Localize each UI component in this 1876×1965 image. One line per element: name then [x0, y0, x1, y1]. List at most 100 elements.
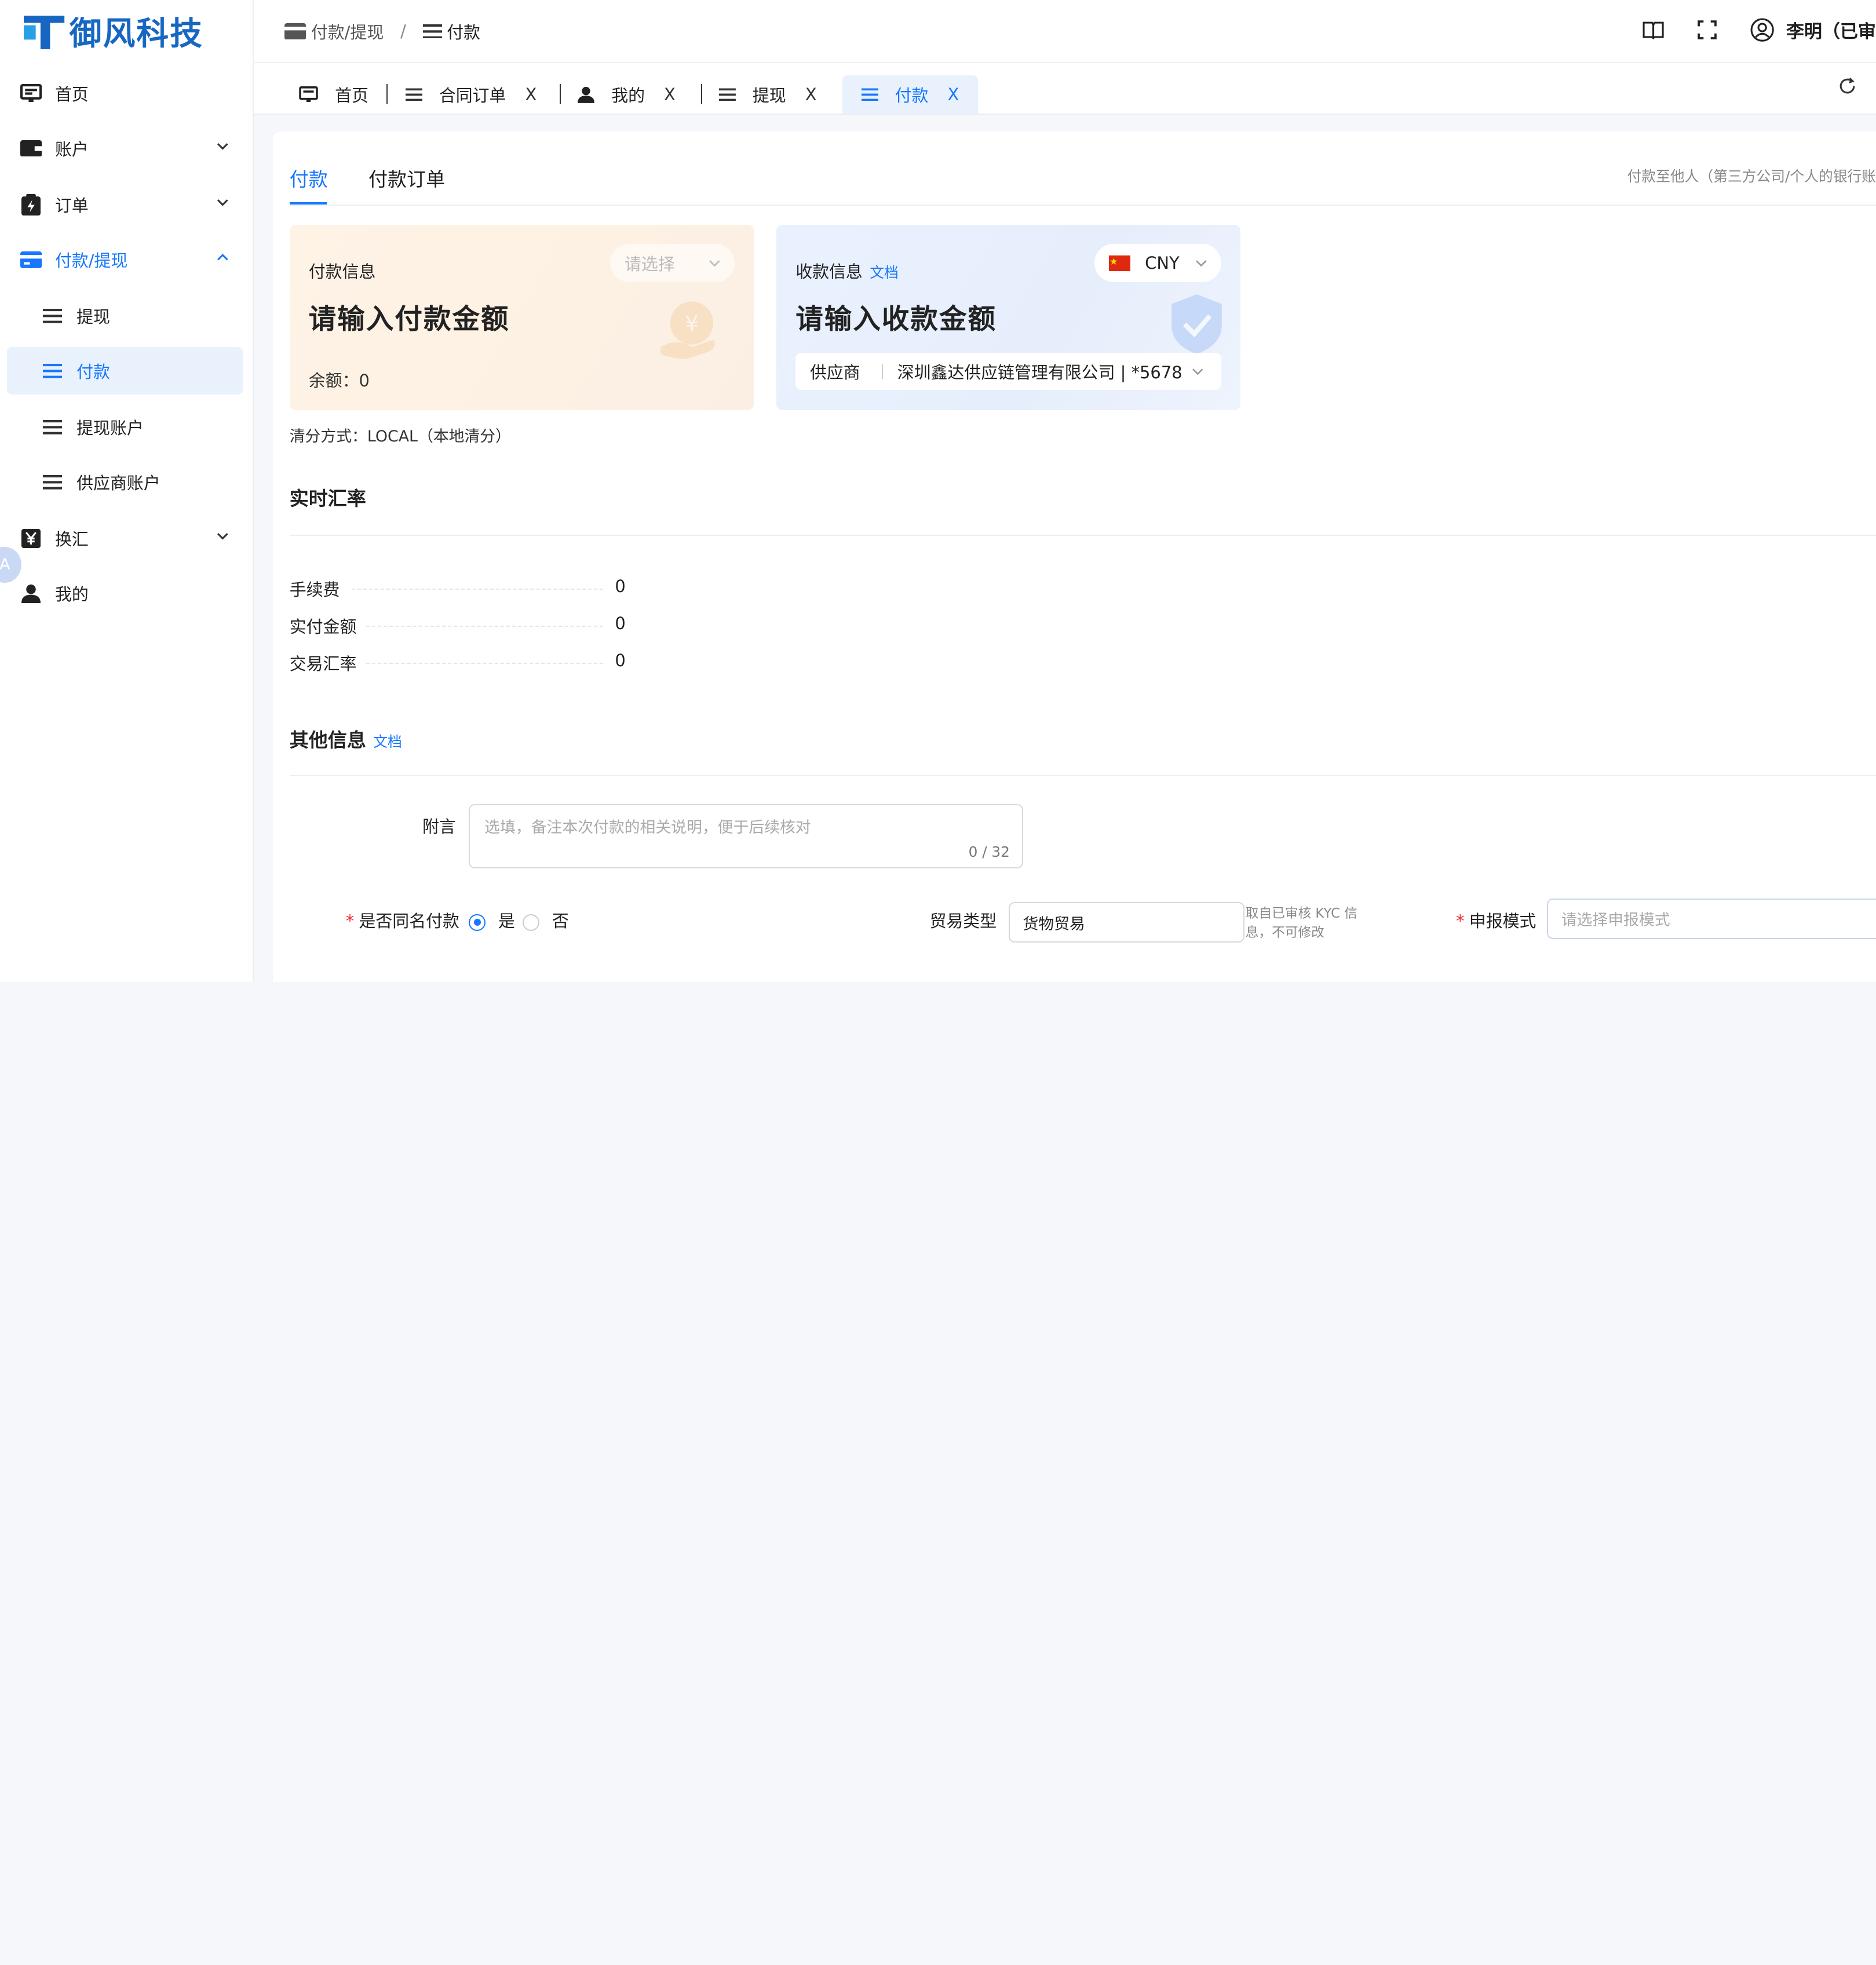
supplier-value: 深圳鑫达供应链管理有限公司 | *5678 — [897, 363, 1182, 383]
radio-checked-icon[interactable] — [469, 914, 486, 931]
breadcrumb: 付款/提现 / 付款 — [284, 19, 480, 43]
tab-payment-form[interactable]: 付款 — [290, 164, 328, 192]
remark-label: 附言 — [422, 817, 456, 837]
divider — [289, 204, 1876, 206]
refresh-icon[interactable] — [1838, 76, 1857, 100]
clipboard-icon — [19, 192, 43, 216]
sidebar-item-withdraw-account[interactable]: 提现账户 — [7, 403, 243, 451]
monitor-icon — [19, 81, 43, 105]
tab-close-icon[interactable]: X — [805, 85, 817, 104]
remark-placeholder: 选填，备注本次付款的相关说明，便于后续核对 — [484, 819, 811, 837]
breadcrumb-current: 付款 — [447, 23, 480, 43]
divider — [289, 535, 1876, 536]
receive-amount-input[interactable]: 请输入收款金额 — [795, 297, 997, 337]
svg-text:¥: ¥ — [685, 312, 699, 337]
menu-icon — [41, 359, 64, 382]
divider — [289, 775, 1876, 777]
remark-char-count: 0 / 32 — [968, 843, 1010, 860]
doc-link[interactable]: 文档 — [870, 264, 899, 281]
tab-withdraw[interactable]: 提现 X — [719, 75, 817, 114]
tab-label: 提现 — [752, 86, 786, 106]
sidebar-item-label: 我的 — [54, 585, 89, 605]
chevron-down-icon — [217, 143, 228, 150]
tab-close-icon[interactable]: X — [947, 85, 959, 104]
sidebar-item-home[interactable]: 首页 — [7, 70, 243, 118]
sidebar-item-payment-withdraw[interactable]: 付款/提现 — [7, 236, 243, 284]
china-flag-icon — [1109, 255, 1131, 271]
declare-mode-placeholder: 请选择申报模式 — [1561, 911, 1670, 930]
tab-close-icon[interactable]: X — [664, 85, 676, 104]
same-name-yes-option[interactable]: 是 — [469, 908, 515, 932]
other-section-title: 其他信息 文档 — [290, 725, 402, 753]
declare-mode-label: * 申报模式 — [1456, 908, 1536, 932]
radio-unchecked-icon[interactable] — [523, 914, 540, 931]
same-name-label: * 是否同名付款 — [346, 908, 459, 932]
actual-amount-value: 0 — [615, 613, 626, 634]
tab-mine[interactable]: 我的 X — [578, 75, 676, 114]
trade-type-field: 货物贸易 — [1008, 902, 1244, 943]
clearing-method: 清分方式：LOCAL（本地清分） — [289, 428, 511, 445]
breadcrumb-item[interactable]: 付款/提现 — [311, 19, 384, 43]
tab-close-icon[interactable]: X — [525, 85, 537, 104]
yen-icon — [19, 527, 43, 550]
other-section-label: 其他信息 — [289, 729, 366, 752]
sidebar-item-order[interactable]: 订单 — [7, 181, 243, 229]
logo-mark-icon — [24, 15, 65, 49]
user-name[interactable]: 李明（已审 — [1786, 17, 1876, 43]
sidebar-item-supplier-account[interactable]: 供应商账户 — [7, 458, 243, 506]
sidebar-item-payment[interactable]: 付款 — [7, 346, 243, 395]
currency-select[interactable]: CNY — [1094, 244, 1222, 283]
card-icon — [19, 247, 43, 271]
sidebar-item-mine[interactable]: 我的 — [7, 569, 243, 618]
sidebar-item-account[interactable]: 账户 — [7, 125, 243, 173]
tab-home[interactable]: 首页 — [299, 75, 368, 114]
dotted-leader — [366, 662, 603, 664]
actual-amount-label: 实付金额 — [289, 617, 357, 637]
sidebar-item-label: 换汇 — [54, 529, 89, 550]
exchange-rate-value: 0 — [615, 651, 626, 671]
same-name-text: 是否同名付款 — [359, 911, 459, 932]
tab-label: 我的 — [611, 86, 645, 106]
rate-section-title: 实时汇率 — [289, 487, 366, 510]
required-mark: * — [345, 911, 355, 932]
remark-textarea[interactable]: 选填，备注本次付款的相关说明，便于后续核对 0 / 32 — [469, 803, 1023, 869]
doc-link[interactable]: 文档 — [373, 733, 402, 750]
supplier-select[interactable]: 供应商 深圳鑫达供应链管理有限公司 | *5678 — [795, 353, 1222, 390]
sidebar-item-label: 首页 — [54, 85, 89, 105]
trade-type-note: 取自已审核 KYC 信息，不可修改 — [1245, 906, 1357, 941]
tab-divider — [386, 83, 388, 104]
sidebar-item-withdraw[interactable]: 提现 — [7, 292, 243, 340]
user-circle-icon[interactable] — [1750, 18, 1774, 42]
book-icon[interactable] — [1643, 20, 1664, 39]
menu-icon — [41, 415, 64, 439]
supplier-label: 供应商 — [809, 363, 860, 383]
tab-divider — [560, 83, 561, 104]
receive-info-label: 收款信息 — [795, 262, 863, 282]
payment-amount-input[interactable]: 请输入付款金额 — [309, 297, 510, 337]
trade-type-value: 货物贸易 — [1023, 915, 1085, 933]
trade-type-label: 贸易类型 — [929, 911, 997, 932]
sidebar-item-label: 提现账户 — [76, 418, 144, 439]
sidebar-item-label: 付款/提现 — [54, 251, 128, 271]
menu-icon — [41, 470, 64, 494]
required-mark: * — [1456, 911, 1465, 932]
payment-info-card: ¥ 付款信息 请选择 请输入付款金额 余额：0 — [289, 225, 754, 411]
chevron-down-icon — [217, 199, 228, 206]
menu-icon — [41, 304, 64, 328]
dotted-leader — [352, 588, 603, 590]
fullscreen-icon[interactable] — [1698, 20, 1717, 39]
payment-account-select[interactable]: 请选择 — [610, 244, 735, 283]
top-bar: 付款/提现 / 付款 李明（已审 — [253, 0, 1876, 64]
tab-contract-order[interactable]: 合同订单 X — [406, 75, 536, 114]
brand-name: 御风科技 — [69, 15, 204, 53]
tab-payment[interactable]: 付款 X — [842, 75, 979, 114]
tab-payment-orders[interactable]: 付款订单 — [368, 164, 445, 192]
chevron-down-icon — [217, 532, 228, 540]
select-placeholder: 请选择 — [624, 254, 675, 275]
radio-yes-label: 是 — [498, 911, 515, 932]
fee-value: 0 — [615, 576, 626, 597]
sidebar-item-exchange[interactable]: 换汇 — [7, 514, 243, 563]
same-name-no-option[interactable]: 否 — [523, 908, 569, 932]
declare-mode-select[interactable]: 请选择申报模式 — [1547, 898, 1876, 939]
logo[interactable]: 御风科技 — [24, 10, 203, 53]
